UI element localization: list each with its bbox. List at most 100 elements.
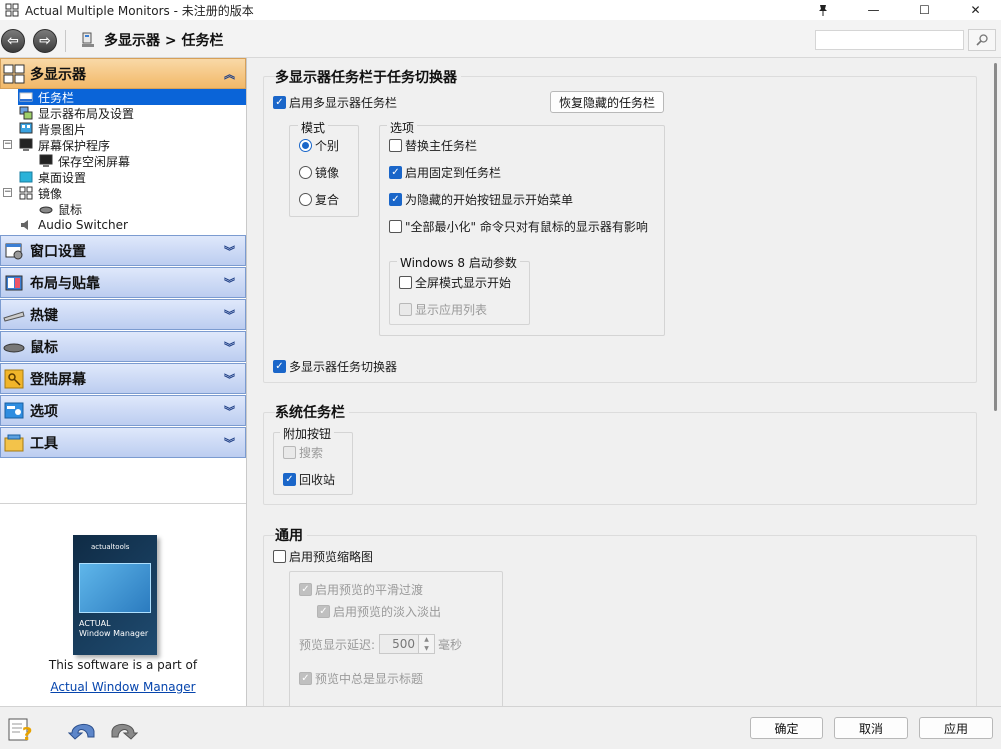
toolbar-divider xyxy=(65,30,66,52)
search-button[interactable] xyxy=(968,29,996,51)
category-label: 窗口设置 xyxy=(30,243,86,260)
taskbar-icon xyxy=(18,90,34,104)
group-label: 附加按钮 xyxy=(280,425,335,442)
tree-item-save-idle-screen[interactable]: 保存空闲屏幕 xyxy=(38,153,130,169)
apply-button[interactable]: 应用 xyxy=(919,717,993,739)
multi-monitor-icon xyxy=(3,63,25,85)
chevron-down-icon[interactable]: ︾ xyxy=(224,307,235,323)
tree-item-monitor-layout[interactable]: 显示器布局及设置 xyxy=(18,105,134,121)
close-button[interactable]: ✕ xyxy=(950,0,1001,20)
delay-input[interactable]: 500 xyxy=(379,634,420,654)
forward-button[interactable]: ⇨ xyxy=(33,29,57,53)
category-label: 工具 xyxy=(30,435,58,452)
category-options[interactable]: 选项 ︾ xyxy=(0,395,246,426)
mouse-icon xyxy=(38,202,54,216)
enable-pin-to-taskbar-checkbox[interactable]: ✓ 启用固定到任务栏 xyxy=(389,164,501,180)
undo-icon xyxy=(68,724,95,740)
chevron-down-icon[interactable]: ︾ xyxy=(224,339,235,355)
mode-radio-mirror[interactable]: 镜像 xyxy=(299,164,339,180)
collapse-icon[interactable]: − xyxy=(3,188,12,197)
mode-radio-composite[interactable]: 复合 xyxy=(299,191,339,207)
category-tools[interactable]: 工具 ︾ xyxy=(0,427,246,458)
tree-item-taskbar[interactable]: 任务栏 xyxy=(18,89,246,105)
minimize-button[interactable]: — xyxy=(848,0,899,20)
tree-item-label: 桌面设置 xyxy=(38,170,87,185)
category-layout-snap[interactable]: 布局与贴靠 ︾ xyxy=(0,267,246,298)
desktop-icon xyxy=(18,170,34,184)
search-icon xyxy=(976,34,988,46)
always-show-title-checkbox[interactable]: ✓ 预览中总是显示标题 xyxy=(299,670,423,686)
checkbox-icon xyxy=(273,549,286,563)
tree-item-label: 背景图片 xyxy=(38,122,87,137)
chevron-down-icon[interactable]: ︾ xyxy=(224,243,235,259)
category-label: 选项 xyxy=(30,403,58,420)
checkmark-icon: ✓ xyxy=(317,604,330,618)
category-login-screen[interactable]: 登陆屏幕 ︾ xyxy=(0,363,246,394)
monitor-layout-icon xyxy=(18,106,34,120)
category-mouse[interactable]: 鼠标 ︾ xyxy=(0,331,246,362)
minimize-all-checkbox[interactable]: "全部最小化" 命令只对有鼠标的显示器有影响 xyxy=(389,218,648,234)
checkmark-icon: ✓ xyxy=(283,472,296,486)
mode-radio-individual[interactable]: 个别 xyxy=(299,137,339,153)
chevron-down-icon[interactable]: ︾ xyxy=(224,371,235,387)
undo-button[interactable] xyxy=(68,716,98,742)
chevron-down-icon[interactable]: ︾ xyxy=(224,435,235,451)
promo-area: actualtools ACTUAL Window Manager This so… xyxy=(0,503,246,706)
enable-taskbar-checkbox[interactable]: ✓ 启用多显示器任务栏 xyxy=(273,94,397,110)
task-switcher-checkbox[interactable]: ✓ 多显示器任务切换器 xyxy=(273,358,397,374)
section-title: 通用 xyxy=(275,525,307,545)
section-title: 多显示器任务栏于任务切换器 xyxy=(275,67,461,87)
tree-item-screensaver[interactable]: 屏幕保护程序 xyxy=(18,137,110,153)
idle-screen-icon xyxy=(38,154,54,168)
tree-item-mirror[interactable]: 镜像 xyxy=(18,185,62,201)
checkmark-icon: ✓ xyxy=(299,671,312,685)
category-window-settings[interactable]: 窗口设置 ︾ xyxy=(0,235,246,266)
section-title: 系统任务栏 xyxy=(275,402,349,422)
product-link[interactable]: Actual Window Manager xyxy=(50,680,195,694)
options-icon xyxy=(3,400,25,422)
smooth-transition-checkbox[interactable]: ✓ 启用预览的平滑过渡 xyxy=(299,581,423,597)
tree-item-desktop-settings[interactable]: 桌面设置 xyxy=(18,169,86,185)
chevron-down-icon[interactable]: ︾ xyxy=(224,403,235,419)
category-multi-monitor[interactable]: 多显示器 ︽ xyxy=(0,58,246,89)
redo-icon xyxy=(111,724,138,740)
pin-button[interactable] xyxy=(797,0,848,20)
window-title: Actual Multiple Monitors - 未注册的版本 xyxy=(25,3,254,18)
fullscreen-start-checkbox[interactable]: 全屏模式显示开始 xyxy=(399,274,511,290)
collapse-icon[interactable]: − xyxy=(3,140,12,149)
recycle-bin-checkbox[interactable]: ✓ 回收站 xyxy=(283,471,335,487)
ok-button[interactable]: 确定 xyxy=(750,717,823,739)
redo-button[interactable] xyxy=(108,716,138,742)
search-input[interactable] xyxy=(815,30,964,50)
checkmark-icon: ✓ xyxy=(273,95,286,109)
down-arrow-icon: ▼ xyxy=(424,645,429,652)
toolbar: ⇦ ⇨ 多显示器 > 任务栏 xyxy=(0,20,1001,58)
restore-hidden-taskbar-button[interactable]: 恢复隐藏的任务栏 xyxy=(550,91,664,113)
tree-item-mouse[interactable]: 鼠标 xyxy=(38,201,82,217)
enable-preview-checkbox[interactable]: 启用预览缩略图 xyxy=(273,548,373,564)
vertical-scrollbar[interactable] xyxy=(990,58,1001,706)
tree-item-audio-switcher[interactable]: Audio Switcher xyxy=(18,217,128,233)
category-hotkeys[interactable]: 热键 ︾ xyxy=(0,299,246,330)
mirror-icon xyxy=(18,186,34,200)
fade-checkbox[interactable]: ✓ 启用预览的淡入淡出 xyxy=(317,603,441,619)
checkbox-icon xyxy=(399,275,412,289)
radio-icon xyxy=(299,165,312,179)
tree-item-label: 保存空闲屏幕 xyxy=(58,154,131,169)
cancel-button[interactable]: 取消 xyxy=(834,717,908,739)
show-start-menu-checkbox[interactable]: ✓ 为隐藏的开始按钮显示开始菜单 xyxy=(389,191,573,207)
delay-stepper[interactable]: ▲ ▼ xyxy=(419,634,436,654)
replace-main-taskbar-checkbox[interactable]: 替换主任务栏 xyxy=(389,137,477,153)
scrollbar-thumb[interactable] xyxy=(994,63,997,411)
maximize-button[interactable]: ☐ xyxy=(899,0,950,20)
radio-icon xyxy=(299,192,312,206)
checkmark-icon: ✓ xyxy=(389,165,402,179)
help-button[interactable]: ? xyxy=(6,716,36,742)
tree-item-background[interactable]: 背景图片 xyxy=(18,121,86,137)
mouse-icon xyxy=(3,336,25,358)
chevron-up-icon[interactable]: ︽ xyxy=(224,66,235,82)
chevron-down-icon[interactable]: ︾ xyxy=(224,275,235,291)
search-button-checkbox[interactable]: 搜索 xyxy=(283,444,323,460)
back-button[interactable]: ⇦ xyxy=(1,29,25,53)
show-app-list-checkbox[interactable]: 显示应用列表 xyxy=(399,301,487,317)
